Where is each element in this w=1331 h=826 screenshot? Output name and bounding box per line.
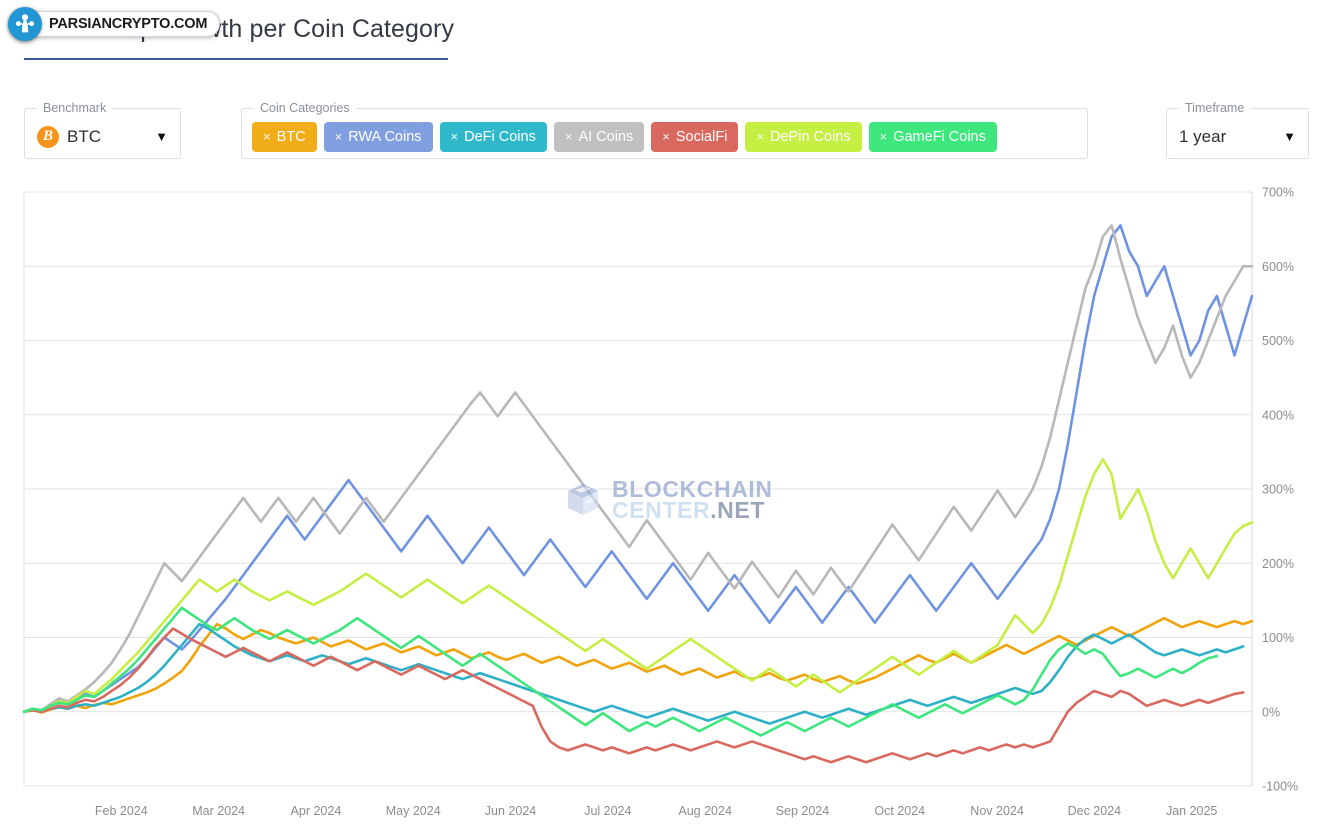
benchmark-legend: Benchmark [43, 101, 107, 115]
bitcoin-icon: B [37, 125, 59, 148]
x-axis-tick-label: Jun 2024 [485, 804, 536, 818]
network-tree-icon [8, 7, 42, 41]
chart-line-defi-coins[interactable] [22, 622, 1245, 725]
timeframe-fieldset: Timeframe 1 year ▼ [1166, 101, 1309, 159]
close-x-icon[interactable]: × [662, 130, 670, 143]
coin-category-chip[interactable]: × BTC [252, 121, 317, 152]
close-x-icon[interactable]: × [451, 130, 459, 143]
coin-category-chip[interactable]: × RWA Coins [323, 121, 433, 152]
coin-category-chip[interactable]: × DePin Coins [745, 121, 862, 152]
coin-category-chip-list: × BTC × RWA Coins × DeFi Coins × AI Coins × Socia… [242, 115, 1087, 158]
benchmark-value: BTC [67, 126, 101, 146]
y-axis-tick-label: 700% [1262, 186, 1294, 200]
y-axis-tick-label: 100% [1262, 631, 1294, 645]
close-x-icon[interactable]: × [335, 130, 343, 143]
y-axis-tick-label: 0% [1262, 705, 1280, 719]
coin-categories-legend: Coin Categories [260, 101, 350, 115]
benchmark-select[interactable]: B BTC ▼ [25, 117, 180, 157]
coin-category-chip[interactable]: × AI Coins [553, 121, 645, 152]
x-axis-tick-label: Jan 2025 [1166, 804, 1217, 818]
x-axis-tick-label: Nov 2024 [970, 804, 1024, 818]
coin-category-chip-label: BTC [276, 128, 306, 145]
brand-name-label: PARSIANCRYPTO.COM [18, 11, 221, 37]
y-axis-tick-label: 600% [1262, 260, 1294, 274]
controls-bar: Benchmark B BTC ▼ Coin Categories × BTC × R… [0, 101, 1331, 163]
x-axis-tick-label: Dec 2024 [1068, 804, 1122, 818]
close-x-icon[interactable]: × [263, 130, 271, 143]
coin-category-chip[interactable]: × DeFi Coins [439, 121, 547, 152]
coin-category-chip-label: RWA Coins [348, 128, 422, 145]
close-x-icon[interactable]: × [565, 130, 573, 143]
title-underline [24, 58, 448, 60]
x-axis-tick-label: Mar 2024 [192, 804, 245, 818]
x-axis-tick-label: Apr 2024 [291, 804, 342, 818]
market-cap-growth-line-chart[interactable]: 700% 600% 500% 400% 300% 200% 100% 0% -100% Feb 2… [0, 178, 1331, 826]
y-axis-tick-label: 200% [1262, 557, 1294, 571]
chevron-down-icon[interactable]: ▼ [1283, 130, 1296, 143]
coin-category-chip[interactable]: × GameFi Coins [868, 121, 997, 152]
x-axis-tick-label: Aug 2024 [678, 804, 732, 818]
coin-category-chip[interactable]: × SocialFi [651, 121, 739, 152]
y-axis-tick-label: -100% [1262, 780, 1298, 794]
y-axis-tick-label: 400% [1262, 408, 1294, 422]
benchmark-fieldset: Benchmark B BTC ▼ [24, 101, 181, 159]
y-axis-tick-label: 300% [1262, 483, 1294, 497]
coin-category-chip-label: AI Coins [578, 128, 634, 145]
x-axis-tick-label: Jul 2024 [584, 804, 631, 818]
y-axis-tick-label: 500% [1262, 334, 1294, 348]
chevron-down-icon[interactable]: ▼ [155, 130, 168, 143]
x-axis-tick-label: Feb 2024 [95, 804, 148, 818]
coin-categories-fieldset: Coin Categories × BTC × RWA Coins × DeFi Coin… [241, 101, 1088, 159]
chart-line-rwa-coins[interactable] [22, 224, 1254, 714]
x-axis-tick-label: Sep 2024 [776, 804, 830, 818]
close-x-icon[interactable]: × [880, 130, 888, 143]
timeframe-value: 1 year [1179, 126, 1227, 146]
site-brand-watermark: PARSIANCRYPTO.COM [8, 7, 221, 41]
x-axis-tick-label: May 2024 [386, 804, 441, 818]
coin-category-chip-label: DePin Coins [770, 128, 851, 145]
coin-category-chip-label: DeFi Coins [464, 128, 536, 145]
coin-category-chip-label: GameFi Coins [893, 128, 986, 145]
chart-line-btc[interactable] [22, 616, 1254, 714]
close-x-icon[interactable]: × [756, 130, 764, 143]
timeframe-legend: Timeframe [1185, 101, 1245, 115]
timeframe-select[interactable]: 1 year ▼ [1167, 117, 1308, 157]
chart-line-ai-coins[interactable] [22, 224, 1254, 714]
coin-category-chip-label: SocialFi [675, 128, 728, 145]
x-axis-tick-label: Oct 2024 [874, 804, 925, 818]
chart-area: 700% 600% 500% 400% 300% 200% 100% 0% -100% Feb 2… [0, 178, 1331, 826]
